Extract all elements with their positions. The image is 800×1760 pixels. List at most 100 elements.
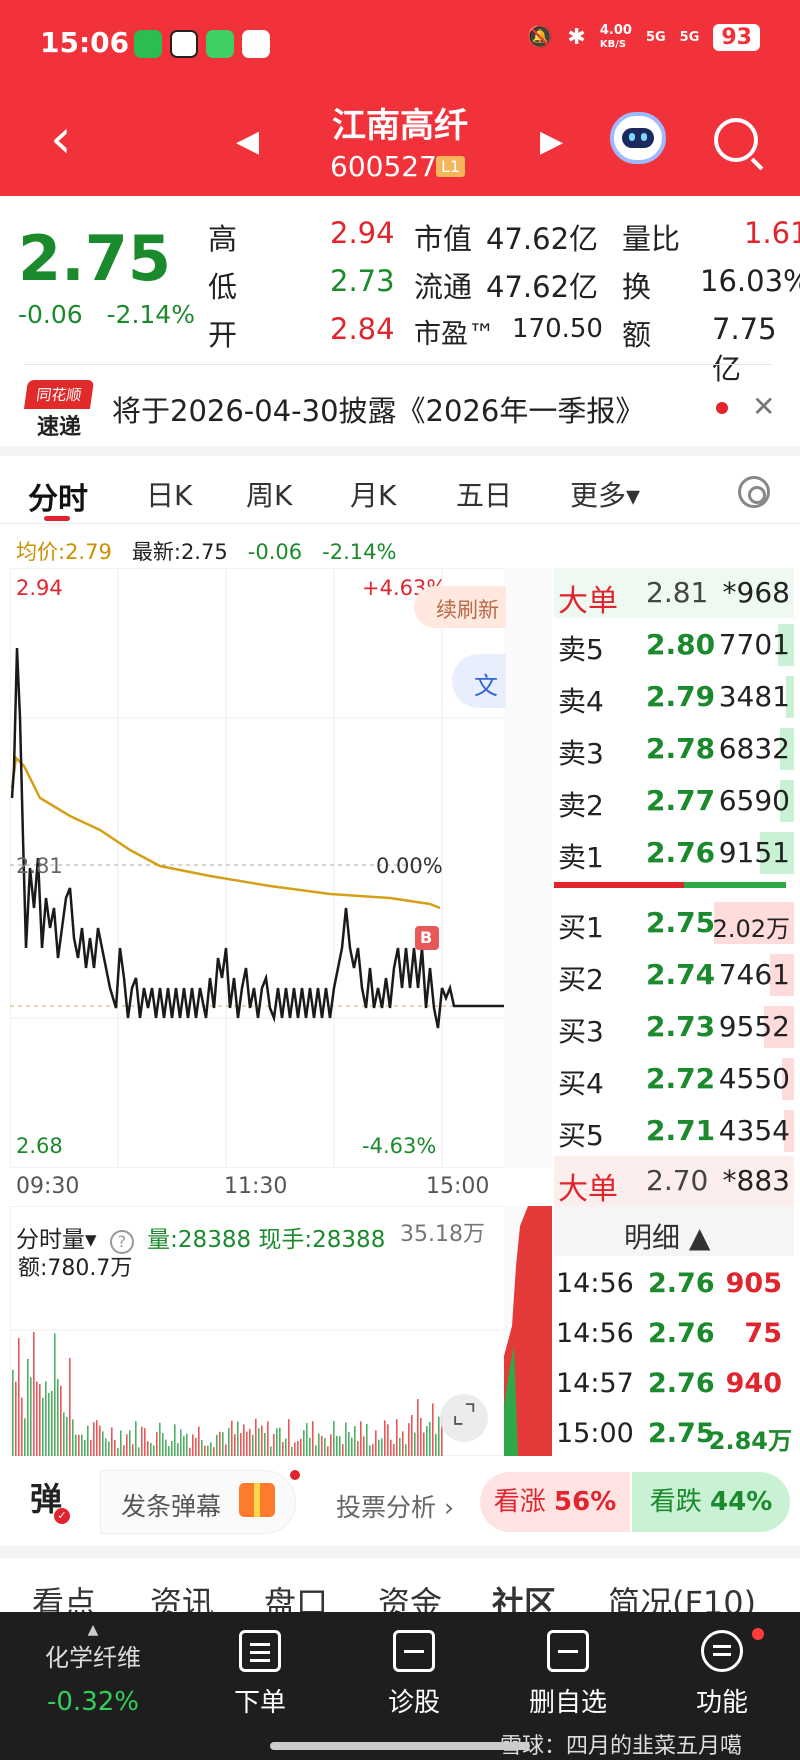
volume-bar	[162, 1433, 164, 1456]
pe-label: 市盈™	[414, 319, 495, 350]
danmu-toggle-button[interactable]: 弹 ✓	[30, 1474, 90, 1534]
volume-bar	[120, 1430, 122, 1456]
volume-bar	[189, 1447, 191, 1456]
refresh-pill[interactable]: 续刷新	[414, 586, 506, 628]
details-header[interactable]: 明细 ▲	[554, 1206, 794, 1256]
divider	[0, 446, 800, 456]
volume-ratio-label: 量比	[622, 222, 681, 256]
function-button[interactable]: 功能	[662, 1630, 782, 1719]
app-icon	[242, 30, 270, 58]
tab-order-flow[interactable]: 盘口	[264, 1578, 328, 1612]
bid-row: 买5 2.71 4354	[554, 1106, 794, 1156]
volume-bar	[87, 1425, 89, 1456]
volume-bar	[222, 1432, 224, 1456]
intraday-chart[interactable]: 2.94 +4.63% 2.81 0.00% 2.68 -4.63% 续刷新 文…	[10, 568, 552, 1168]
volume-bar	[321, 1435, 323, 1456]
volume-bar	[141, 1426, 143, 1456]
volume-bar	[144, 1428, 146, 1456]
volume-bar	[279, 1427, 281, 1456]
bid-row: 买3 2.73 9552	[554, 1002, 794, 1052]
tab-five-day[interactable]: 五日	[456, 474, 512, 514]
bullish-button[interactable]: 看涨 56%	[480, 1472, 630, 1532]
remove-watchlist-button[interactable]: 删自选	[508, 1630, 628, 1719]
expand-icon[interactable]: ⌞⌝	[440, 1394, 488, 1442]
high-value: 2.94	[330, 216, 395, 250]
volume-bar	[78, 1434, 80, 1456]
volume-bar	[243, 1424, 245, 1456]
tab-intraday[interactable]: 分时	[28, 474, 88, 518]
bearish-button[interactable]: 看跌 44%	[632, 1472, 790, 1532]
volume-bar	[66, 1416, 68, 1456]
poll-analysis-link[interactable]: 投票分析 ›	[336, 1488, 454, 1524]
minus-icon	[547, 1630, 589, 1672]
volume-bar	[213, 1447, 215, 1456]
volume-bar	[264, 1432, 266, 1456]
volume-bar	[114, 1439, 116, 1456]
tab-funds[interactable]: 资金	[378, 1578, 442, 1612]
volume-header: 分时量▾ ? 量:28388 现手:28388	[16, 1220, 385, 1254]
tab-weekly-k[interactable]: 周K	[246, 474, 292, 514]
search-icon[interactable]	[714, 118, 758, 162]
volume-bar	[39, 1384, 41, 1456]
tab-community[interactable]: 社区	[492, 1578, 556, 1612]
tab-news[interactable]: 资讯	[150, 1578, 214, 1612]
caret-up-icon: ▲	[87, 1622, 99, 1638]
volume-bar	[309, 1437, 311, 1456]
volume-bar	[111, 1427, 113, 1456]
menu-icon	[701, 1630, 743, 1672]
bid-row: 买1 2.75 2.02万	[554, 898, 794, 948]
notice-text[interactable]: 将于2026-04-30披露《2026年一季报》	[112, 388, 644, 430]
volume-bar	[423, 1432, 425, 1456]
trade-row: 14:56 2.76 905	[556, 1268, 782, 1299]
current-hand: 现手:28388	[258, 1227, 386, 1253]
mute-icon: 🔕	[526, 25, 554, 50]
float-label: 流通	[414, 270, 473, 304]
volume-bar	[63, 1412, 65, 1456]
volume-bar	[108, 1441, 110, 1456]
volume-bar	[393, 1444, 395, 1456]
volume-bar	[117, 1447, 119, 1456]
text-pill[interactable]: 文	[452, 654, 506, 708]
tab-highlights[interactable]: 看点	[32, 1578, 96, 1612]
trade-row: 14:56 2.76 75	[556, 1318, 782, 1349]
volume-bar	[312, 1421, 314, 1456]
chart-tabs: 分时 日K 周K 月K 五日 更多▾	[0, 458, 800, 524]
danmu-input[interactable]: 发条弹幕	[100, 1470, 296, 1534]
tab-daily-k[interactable]: 日K	[146, 474, 192, 514]
volume-bar	[90, 1439, 92, 1456]
volume-bar	[396, 1419, 398, 1456]
volume-bar	[318, 1433, 320, 1456]
mid-price-label: 2.81	[16, 854, 63, 878]
settings-icon[interactable]	[738, 476, 770, 508]
mid-pct-label: 0.00%	[376, 854, 443, 878]
tab-more[interactable]: 更多▾	[570, 474, 640, 514]
tab-f10[interactable]: 简况(F10)	[608, 1578, 756, 1612]
volume-bar	[216, 1434, 218, 1456]
volume-bar	[51, 1390, 53, 1456]
volume-bar	[429, 1421, 431, 1456]
volume-bar	[126, 1434, 128, 1456]
close-icon[interactable]: ✕	[752, 390, 775, 423]
big-sell-row: 大单 2.81 *968	[554, 568, 794, 619]
tab-monthly-k[interactable]: 月K	[350, 474, 396, 514]
robot-assistant-icon[interactable]	[610, 112, 666, 164]
volume-bar	[210, 1442, 212, 1456]
diagnose-button[interactable]: 诊股	[354, 1630, 474, 1719]
volume-bar	[315, 1445, 317, 1456]
low-label: 低	[208, 270, 238, 304]
quote-panel: 2.75 -0.06 -2.14% 高 2.94 低 2.73 开 2.84 市…	[0, 196, 800, 386]
volume-bar	[72, 1419, 74, 1456]
volume-bar	[228, 1428, 230, 1456]
volume-bar	[294, 1442, 296, 1456]
next-stock-button[interactable]: ▶	[540, 124, 563, 159]
volume-bar	[231, 1420, 233, 1456]
notice-banner[interactable]: 同花顺 速递 将于2026-04-30披露《2026年一季报》 ✕	[0, 370, 800, 444]
volume-bar	[417, 1399, 419, 1456]
home-indicator[interactable]	[270, 1742, 530, 1750]
volume-bar	[306, 1423, 308, 1456]
trade-details[interactable]: 大单 2.70 *883 明细 ▲ 14:56 2.76 905 14:56 2.76…	[554, 1156, 794, 1456]
order-button[interactable]: 下单	[200, 1630, 320, 1719]
trade-row: 14:57 2.76 940	[556, 1368, 782, 1399]
sector-indicator[interactable]: ▲ 化学纤维 -0.32%	[0, 1622, 186, 1717]
open-label: 开	[208, 318, 238, 352]
